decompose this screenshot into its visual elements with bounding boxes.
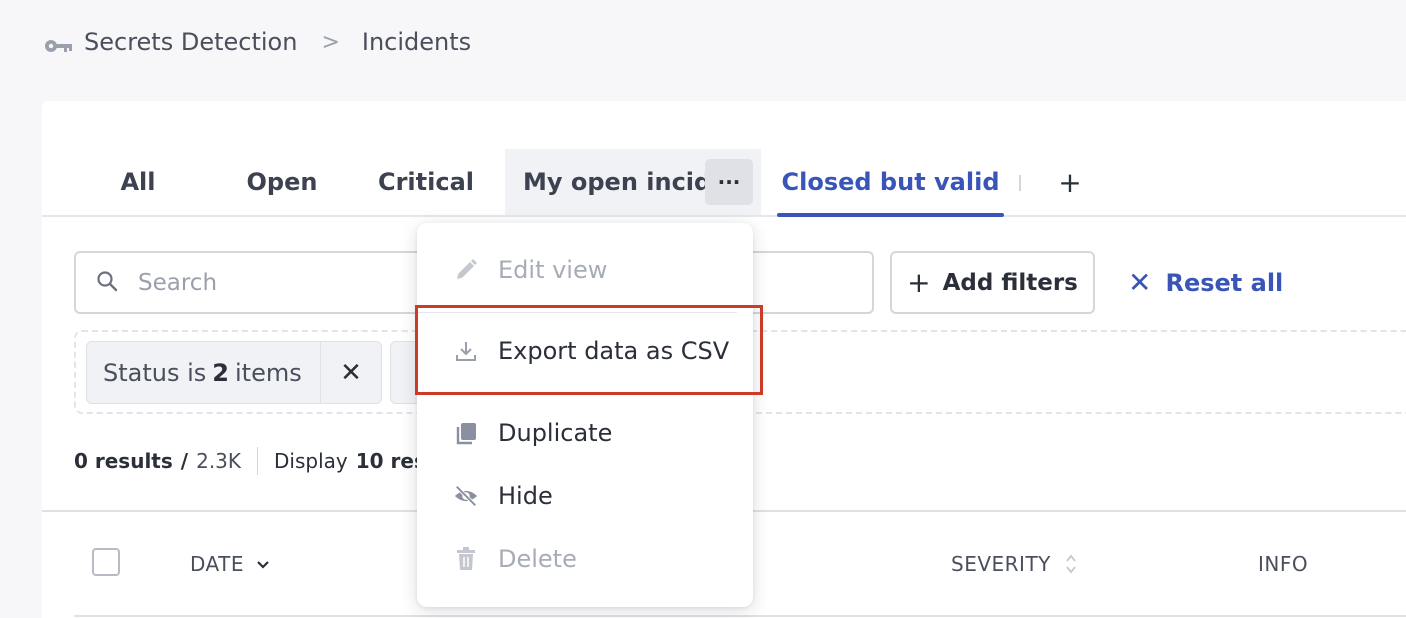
- chevron-down-icon: [256, 555, 270, 574]
- chip-prefix: Status is: [103, 358, 207, 387]
- column-header-severity[interactable]: SEVERITY: [951, 552, 1077, 576]
- results-divider: [257, 447, 259, 475]
- search-input[interactable]: [138, 269, 438, 296]
- add-view-button[interactable]: +: [1055, 166, 1085, 199]
- results-total: 2.3K: [196, 449, 242, 473]
- duplicate-icon: [453, 420, 479, 446]
- remove-filter-icon[interactable]: ✕: [321, 358, 381, 388]
- menu-item-hide[interactable]: Hide: [417, 471, 753, 521]
- more-options-button[interactable]: ···: [705, 159, 753, 205]
- edit-view-label: Edit view: [498, 256, 608, 284]
- tab-all[interactable]: All: [100, 149, 176, 215]
- severity-column-label: SEVERITY: [951, 552, 1051, 576]
- tab-critical[interactable]: Critical: [372, 149, 480, 215]
- active-tab-indicator: [777, 213, 1004, 217]
- delete-label: Delete: [498, 545, 577, 573]
- results-slash: /: [180, 449, 189, 473]
- breadcrumb-section-link[interactable]: Secrets Detection: [84, 28, 297, 56]
- tab-divider: [1019, 175, 1021, 191]
- highlight-box: [415, 305, 763, 395]
- select-all-checkbox[interactable]: [92, 548, 120, 576]
- date-column-label: DATE: [190, 552, 245, 576]
- hide-label: Hide: [498, 482, 553, 510]
- column-header-info: INFO: [1258, 552, 1309, 576]
- tab-my-open-incidents[interactable]: My open incide ···: [505, 149, 761, 215]
- menu-item-edit-view[interactable]: Edit view: [417, 245, 753, 295]
- tab-my-open-incidents-label: My open incide: [523, 168, 707, 196]
- reset-all-label: Reset all: [1165, 268, 1284, 297]
- add-filters-label: Add filters: [942, 269, 1078, 296]
- search-icon: [96, 270, 118, 296]
- menu-item-duplicate[interactable]: Duplicate: [417, 408, 753, 458]
- status-filter-chip[interactable]: Status is 2 items ✕: [86, 341, 382, 404]
- column-header-date[interactable]: DATE: [190, 552, 270, 576]
- tab-open[interactable]: Open: [232, 149, 332, 215]
- view-options-menu: Edit view Export data as CSV Duplicate H…: [417, 223, 753, 607]
- menu-item-delete[interactable]: Delete: [417, 534, 753, 584]
- trash-icon: [453, 546, 479, 572]
- tab-closed-but-valid[interactable]: Closed but valid: [777, 149, 1004, 215]
- view-tabs: All Open Critical My open incide ··· Clo…: [42, 149, 1406, 217]
- pencil-icon: [453, 257, 479, 283]
- plus-icon: +: [907, 266, 931, 299]
- display-per-page-select[interactable]: 10 res: [356, 449, 426, 473]
- breadcrumb-current-page: Incidents: [361, 28, 472, 56]
- duplicate-label: Duplicate: [498, 419, 613, 447]
- add-filters-button[interactable]: + Add filters: [890, 251, 1095, 314]
- chip-suffix: items: [234, 358, 302, 387]
- breadcrumb: Secrets Detection > Incidents: [44, 26, 471, 58]
- table-divider: [74, 615, 1406, 617]
- chevron-right-icon: >: [321, 29, 340, 55]
- results-summary: 0 results / 2.3K Display 10 res: [74, 446, 426, 476]
- display-label: Display: [274, 449, 348, 473]
- chip-count: 2: [212, 358, 229, 387]
- eye-off-icon: [453, 483, 479, 509]
- results-count: 0 results: [74, 449, 173, 473]
- sort-icon: [1065, 553, 1077, 575]
- close-icon: ✕: [1128, 266, 1152, 299]
- status-filter-label: Status is 2 items: [87, 342, 321, 403]
- reset-all-button[interactable]: ✕ Reset all: [1128, 251, 1283, 314]
- key-icon: [44, 33, 74, 52]
